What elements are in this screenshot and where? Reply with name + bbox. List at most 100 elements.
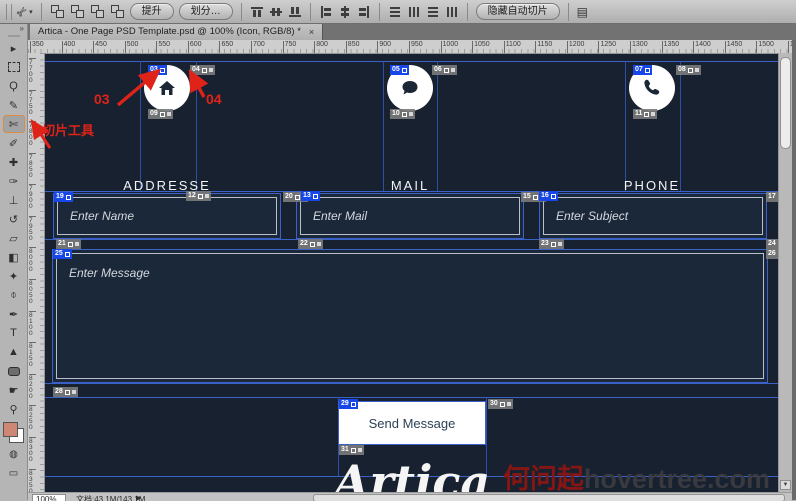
slice-label-29[interactable]: 29 (339, 399, 358, 409)
slice-label-23[interactable]: 23 (539, 239, 564, 249)
distribute-widths-icon[interactable] (446, 6, 458, 18)
type-tool-icon[interactable]: T (3, 324, 25, 342)
panel-handle[interactable] (8, 35, 20, 37)
align-left-icon[interactable] (320, 6, 332, 18)
bring-to-front-icon[interactable] (51, 5, 64, 18)
hand-tool-icon[interactable]: ☛ (3, 381, 25, 399)
send-message-button[interactable]: Send Message (338, 401, 486, 445)
dodge-tool-icon[interactable]: ⌽ (3, 286, 25, 304)
slice-label-28[interactable]: 28 (53, 387, 78, 397)
slice-image-icon (695, 68, 699, 72)
zoom-tool-icon[interactable]: ⚲ (3, 400, 25, 418)
slice-label-21[interactable]: 21 (56, 239, 81, 249)
slice-guide-horizontal (44, 397, 778, 398)
path-select-tool-icon[interactable]: ▲ (3, 343, 25, 361)
slice-image-icon (205, 194, 209, 198)
eraser-tool-icon[interactable]: ▱ (3, 229, 25, 247)
panel-collapse-icon[interactable]: » (0, 24, 27, 34)
slice-label-07[interactable]: 07 (633, 65, 652, 75)
slice-image-icon (317, 242, 321, 246)
slice-label-22[interactable]: 22 (298, 239, 323, 249)
slice-label-09[interactable]: 09 (148, 109, 173, 119)
align-center-icon[interactable] (339, 6, 351, 18)
slice-label-30[interactable]: 30 (488, 399, 513, 409)
align-bottom-icon[interactable] (289, 6, 301, 18)
slice-select-tool-chip[interactable]: ✄ ▾ (17, 5, 33, 19)
healing-brush-tool-icon[interactable]: ✚ (3, 153, 25, 171)
message-field[interactable]: Enter Message (52, 249, 768, 383)
slice-label-04[interactable]: 04 (190, 65, 215, 75)
distribute-horizontal-icon[interactable] (408, 6, 420, 18)
slice-tool-icon[interactable]: ✄ (3, 115, 25, 133)
send-backward-icon[interactable] (91, 5, 104, 18)
send-to-back-icon[interactable] (111, 5, 124, 18)
slice-label-26[interactable]: 26 (766, 249, 778, 259)
slice-image-icon (75, 242, 79, 246)
slice-label-24[interactable]: 24 (766, 239, 778, 249)
brush-tool-icon[interactable]: ✑ (3, 172, 25, 190)
shape-tool-icon[interactable] (3, 362, 25, 380)
eyedropper-tool-icon[interactable]: ✐ (3, 134, 25, 152)
hruler-label: 1350 (662, 41, 680, 53)
mail-field[interactable]: Enter Mail (296, 193, 524, 239)
screen-mode-icon[interactable]: ▭ (3, 464, 25, 482)
name-field[interactable]: Enter Name (53, 193, 281, 239)
slice-options-icon[interactable]: ▤ (577, 5, 588, 19)
slice-label-17[interactable]: 17 (766, 192, 778, 202)
bring-forward-icon[interactable] (71, 5, 84, 18)
slice-guide-horizontal (44, 239, 778, 240)
marquee-tool-icon[interactable] (3, 58, 25, 76)
clone-stamp-tool-icon[interactable]: ⊥ (3, 191, 25, 209)
promote-button[interactable]: 提升 (130, 3, 174, 20)
document-tab-bar: Artica - One Page PSD Template.psd @ 100… (28, 24, 796, 40)
slice-label-25[interactable]: 25 (53, 249, 72, 259)
align-middle-icon[interactable] (270, 6, 282, 18)
hruler-label: 600 (188, 41, 202, 53)
slice-badge-icon (533, 195, 538, 200)
vruler-label: 8250 (29, 405, 36, 431)
slice-badge-icon (65, 390, 70, 395)
foreground-color-swatch[interactable] (3, 422, 18, 437)
vruler-label: 8150 (29, 342, 36, 368)
horizontal-ruler[interactable]: 3504004505005506006507007508008509009501… (28, 40, 792, 54)
slice-label-13[interactable]: 13 (301, 191, 320, 201)
watermark: 何问起hovertree.com (503, 457, 770, 492)
vertical-scrollbar-thumb[interactable] (780, 57, 791, 149)
distribute-heights-icon[interactable] (427, 6, 439, 18)
callout-03-label: 03 (94, 91, 110, 107)
history-brush-tool-icon[interactable]: ↺ (3, 210, 25, 228)
vertical-scrollbar[interactable]: ▼ (778, 53, 792, 492)
slice-guide-horizontal (44, 383, 778, 384)
align-right-icon[interactable] (358, 6, 370, 18)
slice-label-10[interactable]: 10 (390, 109, 415, 119)
align-top-icon[interactable] (251, 6, 263, 18)
quick-selection-tool-icon[interactable]: ✎ (3, 96, 25, 114)
document-canvas[interactable]: ADDRESSE Awesome Street 234,NY MAIL arti… (44, 53, 778, 492)
close-icon[interactable]: × (309, 24, 314, 40)
divide-button[interactable]: 划分… (179, 3, 233, 20)
slice-label-08[interactable]: 08 (676, 65, 701, 75)
lasso-tool-icon[interactable]: Ϙ (3, 77, 25, 95)
slice-badge-icon (551, 194, 556, 199)
slice-label-16[interactable]: 16 (539, 191, 558, 201)
quick-mask-icon[interactable]: ◍ (3, 445, 25, 463)
slice-label-05[interactable]: 05 (390, 65, 409, 75)
slice-label-12[interactable]: 12 (186, 191, 211, 201)
scroll-down-icon[interactable]: ▼ (780, 480, 791, 490)
document-tab[interactable]: Artica - One Page PSD Template.psd @ 100… (30, 24, 323, 40)
slice-label-19[interactable]: 19 (54, 192, 73, 202)
hide-auto-slices-button[interactable]: 隐藏自动切片 (476, 3, 560, 20)
distribute-vertical-icon[interactable] (389, 6, 401, 18)
move-tool-icon[interactable]: ▸ (3, 39, 25, 57)
slice-label-06[interactable]: 06 (432, 65, 457, 75)
chat-bubble-icon (400, 78, 420, 98)
gradient-tool-icon[interactable]: ◧ (3, 248, 25, 266)
slice-label-31[interactable]: 31 (339, 445, 364, 455)
slice-label-03[interactable]: 03 (148, 65, 167, 75)
blur-tool-icon[interactable]: ✦ (3, 267, 25, 285)
slice-label-11[interactable]: 11 (633, 109, 657, 119)
pen-tool-icon[interactable]: ✒ (3, 305, 25, 323)
photoshop-window: { "options_bar": { "promote_label": "提升"… (0, 0, 796, 500)
vertical-ruler[interactable]: 7700775078007850790079508000805081008150… (28, 53, 45, 492)
subject-field[interactable]: Enter Subject (539, 193, 767, 239)
